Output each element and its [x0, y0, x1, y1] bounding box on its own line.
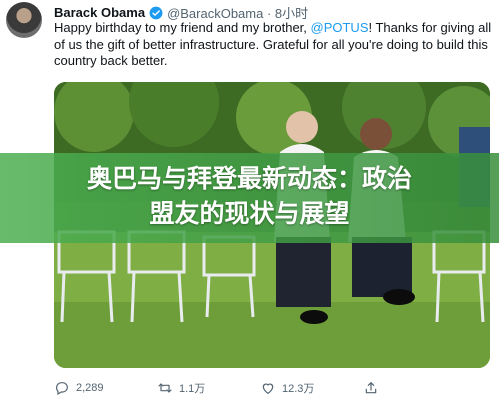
retweet-button[interactable]: 1.1万 [157, 380, 260, 396]
share-button[interactable] [363, 380, 466, 396]
avatar[interactable] [6, 2, 42, 38]
reply-count: 2,289 [76, 382, 104, 394]
retweet-icon [158, 383, 172, 393]
headline-title: 奥巴马与拜登最新动态：政治 盟友的现状与展望 [0, 162, 499, 232]
like-icon [262, 383, 274, 395]
verified-badge-icon [149, 6, 163, 19]
reply-icon [56, 382, 68, 396]
tweet-text: Happy birthday to my friend and my broth… [54, 20, 494, 70]
like-button[interactable]: 12.3万 [260, 380, 363, 396]
retweet-count: 1.1万 [179, 383, 206, 395]
headline-line-1: 奥巴马与拜登最新动态：政治 [86, 165, 412, 193]
mention-link[interactable]: @POTUS [311, 20, 369, 35]
author-name[interactable]: Barack Obama [54, 5, 145, 20]
share-icon [365, 382, 377, 394]
tweet-actions: 2,289 1.1万 12.3万 [54, 376, 494, 400]
tweet-text-part: Happy birthday to my friend and my broth… [54, 20, 311, 35]
reply-button[interactable]: 2,289 [54, 380, 157, 396]
like-count: 12.3万 [282, 383, 315, 395]
headline-line-2: 盟友的现状与展望 [149, 200, 350, 228]
